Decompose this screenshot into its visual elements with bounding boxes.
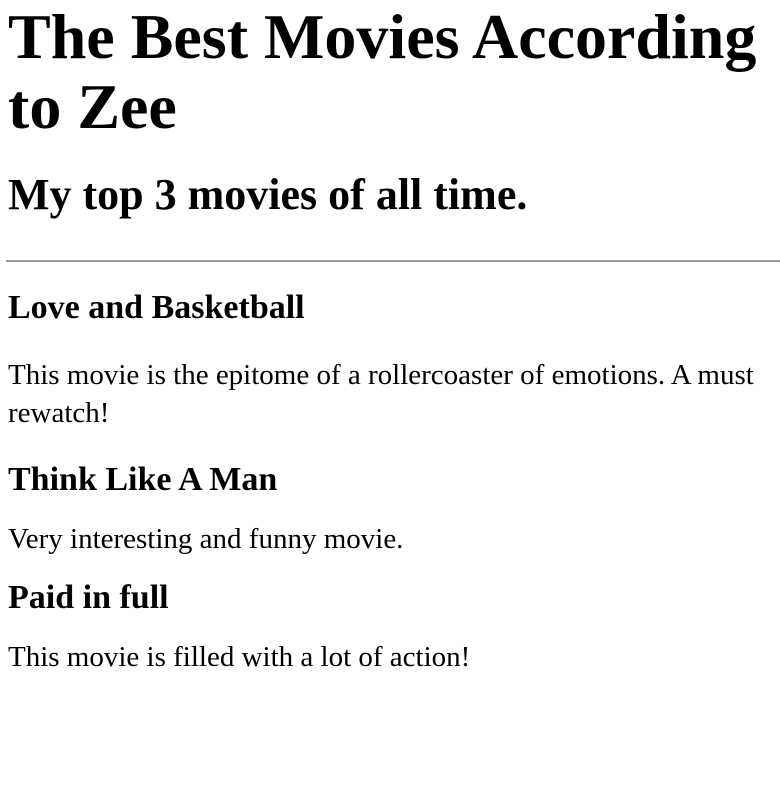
movie-description: Very interesting and funny movie. [8, 523, 404, 555]
movie-item: Think Like A Man Very interesting and fu… [8, 460, 772, 558]
movie-title: Love and Basketball [8, 289, 305, 326]
movie-item: Love and Basketball This movie is the ep… [8, 288, 772, 432]
movie-description: This movie is filled with a lot of actio… [8, 641, 471, 673]
movie-item: Paid in full This movie is filled with a… [8, 578, 772, 676]
movie-title: Think Like A Man [8, 461, 278, 498]
page-title: The Best Movies According to Zee [8, 1, 757, 142]
movie-list: Love and Basketball This movie is the ep… [8, 288, 772, 676]
movie-title: Paid in full [8, 579, 169, 616]
page-subtitle: My top 3 movies of all time. [8, 170, 528, 219]
movie-description: This movie is the epitome of a rollercoa… [8, 359, 754, 429]
divider [6, 260, 780, 262]
page-content: The Best Movies According to Zee My top … [0, 0, 780, 676]
